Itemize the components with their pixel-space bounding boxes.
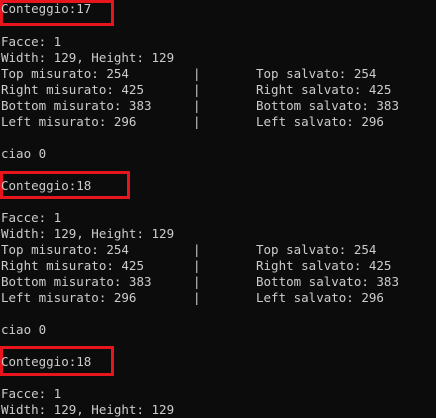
saved-bottom: Bottom salvato: 383	[256, 98, 399, 113]
measured-bottom: Bottom misurato: 383	[1, 98, 152, 113]
footer-line: ciao 0	[1, 146, 47, 161]
saved-right: Right salvato: 425	[256, 258, 392, 273]
measured-left: Left misurato: 296	[1, 290, 137, 305]
faces-line: Facce: 1	[1, 386, 62, 401]
saved-right: Right salvato: 425	[256, 82, 392, 97]
counter-line: Conteggio:18	[1, 354, 92, 369]
size-line: Width: 129, Height: 129	[1, 50, 175, 65]
measured-left: Left misurato: 296	[1, 114, 137, 129]
size-line: Width: 129, Height: 129	[1, 402, 175, 417]
counter-line: Conteggio:18	[1, 178, 92, 193]
column-separator: |	[193, 66, 201, 81]
saved-top: Top salvato: 254	[256, 242, 377, 257]
column-separator: |	[193, 274, 201, 289]
measured-bottom: Bottom misurato: 383	[1, 274, 152, 289]
saved-left: Left salvato: 296	[256, 290, 384, 305]
measured-top: Top misurato: 254	[1, 242, 129, 257]
measured-top: Top misurato: 254	[1, 66, 129, 81]
faces-line: Facce: 1	[1, 210, 62, 225]
saved-top: Top salvato: 254	[256, 66, 377, 81]
column-separator: |	[193, 290, 201, 305]
column-separator: |	[193, 82, 201, 97]
column-separator: |	[193, 242, 201, 257]
footer-line: ciao 0	[1, 322, 47, 337]
measured-right: Right misurato: 425	[1, 82, 144, 97]
console-output[interactable]: Conteggio:17 Facce: 1 Width: 129, Height…	[0, 0, 436, 418]
column-separator: |	[193, 258, 201, 273]
counter-line: Conteggio:17	[1, 1, 92, 16]
column-separator: |	[193, 114, 201, 129]
size-line: Width: 129, Height: 129	[1, 226, 175, 241]
measured-right: Right misurato: 425	[1, 258, 144, 273]
saved-bottom: Bottom salvato: 383	[256, 274, 399, 289]
column-separator: |	[193, 98, 201, 113]
faces-line: Facce: 1	[1, 34, 62, 49]
saved-left: Left salvato: 296	[256, 114, 384, 129]
